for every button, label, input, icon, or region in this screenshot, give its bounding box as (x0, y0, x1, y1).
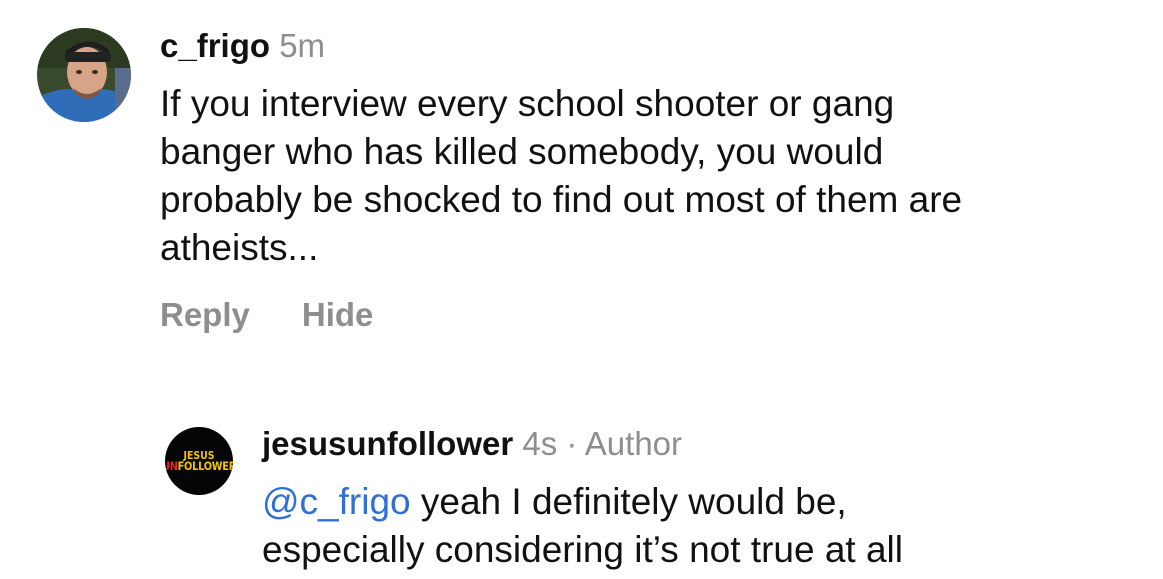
reply-text: yeah I definitely would be, (410, 481, 847, 522)
comment-actions: Reply Hide (160, 296, 373, 334)
comment-text-line: probably be shocked to find out most of … (160, 179, 963, 220)
comment-username[interactable]: c_frigo (160, 27, 270, 64)
logo-line2-red: UN (165, 458, 178, 473)
comment-body: If you interview every school shooter or… (160, 80, 962, 272)
reply-button[interactable]: Reply (160, 296, 250, 334)
hide-button[interactable]: Hide (302, 296, 374, 334)
author-badge: Author (584, 425, 683, 462)
comment-text-line: If you interview every school shooter or… (160, 83, 895, 124)
comment-header: c_frigo 5m (160, 26, 325, 66)
reply-username[interactable]: jesusunfollower (262, 425, 513, 462)
comment-text-line: banger who has killed somebody, you woul… (160, 131, 884, 172)
logo-line2: UNFOLLOWER (165, 458, 233, 473)
separator-dot: · (566, 425, 578, 462)
reply-text-line: @c_frigo yeah I definitely would be, (262, 478, 903, 526)
reply-header: jesusunfollower 4s · Author (262, 424, 682, 464)
reply-body: @c_frigo yeah I definitely would be, esp… (262, 478, 903, 574)
reply-timestamp: 4s (522, 425, 558, 462)
comment-timestamp: 5m (279, 27, 326, 64)
reply-text-line: especially considering it’s not true at … (262, 529, 903, 570)
jesus-unfollower-logo: JESUS UNFOLLOWER (165, 427, 233, 495)
mention-link[interactable]: @c_frigo (262, 481, 411, 522)
logo-line2-yellow: FOLLOWER (177, 458, 233, 473)
reply-avatar[interactable]: JESUS UNFOLLOWER (165, 427, 233, 495)
profile-photo-icon (37, 28, 131, 122)
comment-text-line: atheists... (160, 227, 319, 268)
avatar[interactable] (37, 28, 131, 122)
